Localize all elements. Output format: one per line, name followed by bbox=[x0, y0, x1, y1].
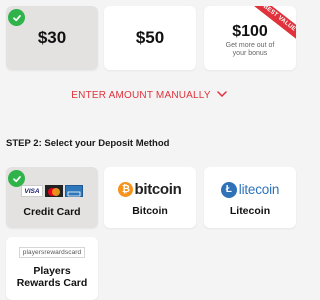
amount-label: $50 bbox=[135, 28, 165, 47]
method-label: Bitcoin bbox=[132, 204, 168, 217]
method-bitcoin[interactable]: ₿ bitcoin Bitcoin bbox=[104, 167, 196, 228]
method-label-line1: Players bbox=[33, 265, 71, 277]
step2-title: STEP 2: Select your Deposit Method bbox=[6, 138, 170, 149]
mastercard-icon bbox=[45, 185, 63, 197]
method-litecoin[interactable]: Ł litecoin Litecoin bbox=[204, 167, 296, 228]
amount-label: $100 bbox=[232, 23, 268, 40]
litecoin-logo: Ł litecoin bbox=[220, 179, 279, 201]
amount-option-100[interactable]: BEST VALUE $100 Get more out of your bon… bbox=[204, 6, 296, 70]
check-icon bbox=[8, 9, 25, 26]
method-players-rewards-card[interactable]: players rewards card Players Rewards Car… bbox=[6, 237, 98, 300]
visa-icon: VISA bbox=[21, 185, 43, 197]
chevron-down-icon bbox=[216, 89, 227, 100]
method-label: Credit Card bbox=[23, 206, 81, 218]
check-icon bbox=[8, 170, 25, 187]
method-label-line2: Rewards Card bbox=[16, 277, 88, 289]
amount-option-50[interactable]: $50 bbox=[104, 6, 196, 70]
bitcoin-logo: ₿ bitcoin bbox=[118, 179, 182, 201]
enter-amount-manually-link[interactable]: ENTER AMOUNT MANUALLY bbox=[0, 89, 298, 101]
amount-note: Get more out of your bonus bbox=[225, 42, 275, 57]
enter-amount-label: ENTER AMOUNT MANUALLY bbox=[71, 90, 211, 101]
players-rewards-card-logo: players rewards card bbox=[18, 247, 86, 258]
amex-icon bbox=[65, 185, 83, 197]
amount-label: $30 bbox=[37, 28, 67, 47]
credit-card-logos: VISA bbox=[21, 180, 83, 202]
litecoin-icon: Ł bbox=[220, 181, 237, 198]
bitcoin-icon: ₿ bbox=[118, 182, 134, 197]
method-label: Litecoin bbox=[229, 204, 271, 217]
